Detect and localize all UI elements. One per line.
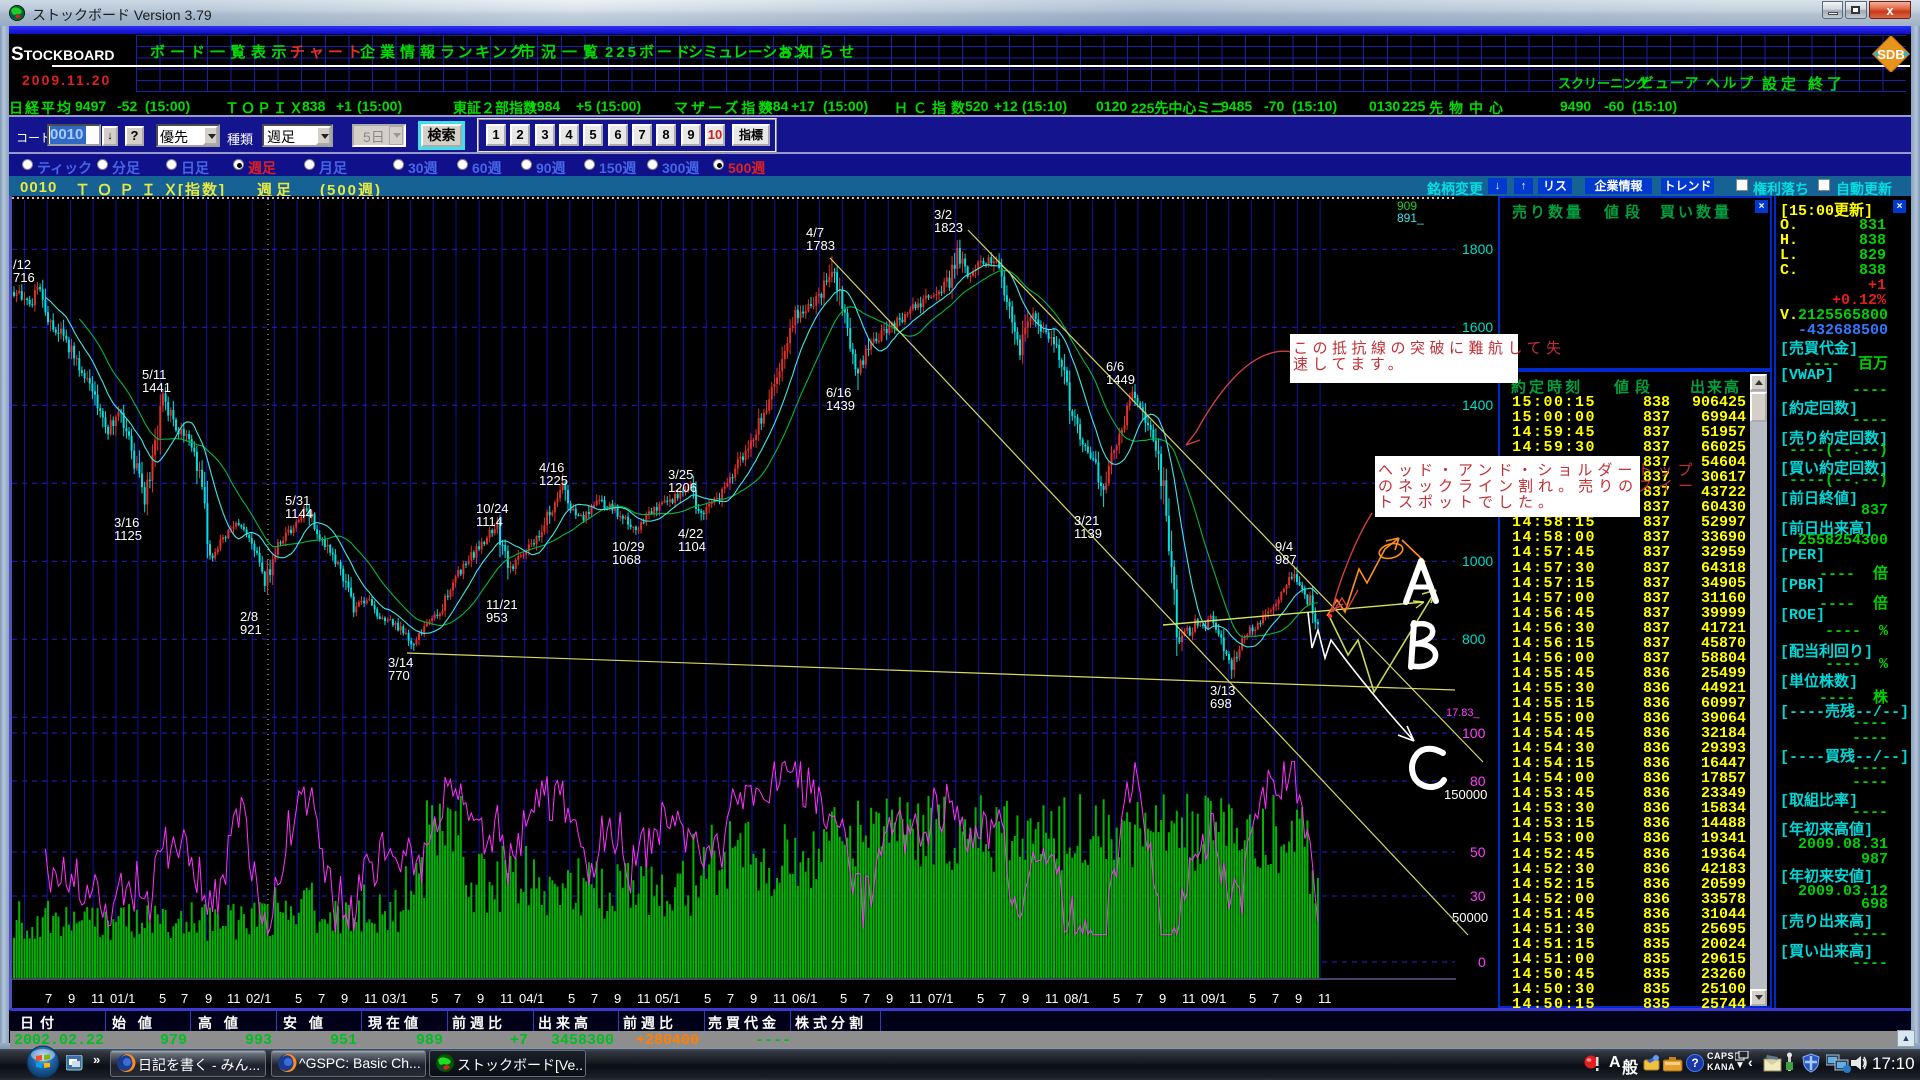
svg-text:9: 9: [614, 991, 621, 1006]
svg-text:9: 9: [886, 991, 893, 1006]
svg-text:1823: 1823: [934, 220, 963, 235]
svg-text:5: 5: [431, 991, 438, 1006]
svg-text:1144: 1144: [285, 506, 313, 521]
svg-text:7: 7: [318, 991, 325, 1006]
svg-text:1439: 1439: [826, 398, 855, 413]
svg-text:1449: 1449: [1106, 372, 1135, 387]
svg-text:5: 5: [704, 991, 711, 1006]
svg-text:9: 9: [1295, 991, 1302, 1006]
svg-text:953: 953: [486, 610, 508, 625]
svg-text:7: 7: [181, 991, 188, 1006]
svg-text:01/1: 01/1: [110, 991, 135, 1006]
svg-text:5: 5: [977, 991, 984, 1006]
svg-text:1441: 1441: [142, 380, 171, 395]
svg-text:08/1: 08/1: [1064, 991, 1089, 1006]
svg-text:11: 11: [500, 991, 514, 1006]
svg-text:5: 5: [295, 991, 302, 1006]
svg-text:11: 11: [1318, 991, 1332, 1006]
svg-text:1000: 1000: [1462, 553, 1493, 569]
svg-text:770: 770: [388, 668, 410, 683]
svg-text:5: 5: [840, 991, 847, 1006]
svg-text:7: 7: [863, 991, 870, 1006]
svg-text:30: 30: [1470, 888, 1486, 904]
svg-text:?: ?: [1691, 1056, 1698, 1070]
svg-text:9: 9: [477, 991, 484, 1006]
svg-text:07/1: 07/1: [928, 991, 953, 1006]
svg-text:03/1: 03/1: [382, 991, 407, 1006]
svg-text:7: 7: [1272, 991, 1279, 1006]
svg-text:7: 7: [45, 991, 52, 1006]
svg-text:1068: 1068: [612, 552, 641, 567]
svg-text:1104: 1104: [678, 539, 706, 554]
svg-text:09/1: 09/1: [1201, 991, 1226, 1006]
svg-text:698: 698: [1210, 696, 1232, 711]
svg-text:11: 11: [364, 991, 378, 1006]
svg-text:9: 9: [750, 991, 757, 1006]
svg-text:5: 5: [159, 991, 166, 1006]
svg-text:17.83_: 17.83_: [1446, 707, 1481, 719]
svg-text:5: 5: [1113, 991, 1120, 1006]
svg-text:1400: 1400: [1462, 397, 1493, 413]
svg-text:1139: 1139: [1074, 526, 1102, 541]
svg-text:9: 9: [341, 991, 348, 1006]
svg-text:9: 9: [1022, 991, 1029, 1006]
svg-text:921: 921: [240, 622, 262, 637]
svg-text:50: 50: [1470, 844, 1486, 860]
svg-text:716: 716: [13, 270, 35, 285]
svg-text:1206: 1206: [668, 480, 697, 495]
svg-text:9: 9: [205, 991, 212, 1006]
svg-text:1600: 1600: [1462, 319, 1493, 335]
svg-text:9: 9: [1159, 991, 1166, 1006]
svg-text:11: 11: [909, 991, 923, 1006]
svg-text:891_: 891_: [1397, 211, 1424, 225]
svg-text:06/1: 06/1: [792, 991, 817, 1006]
svg-text:7: 7: [999, 991, 1006, 1006]
svg-text:04/1: 04/1: [519, 991, 544, 1006]
svg-text:5: 5: [1249, 991, 1256, 1006]
svg-text:SDB: SDB: [1877, 47, 1904, 62]
svg-text:7: 7: [727, 991, 734, 1006]
svg-text:100: 100: [1462, 725, 1486, 741]
svg-text:5: 5: [568, 991, 575, 1006]
svg-text:1800: 1800: [1462, 241, 1493, 257]
svg-text:1114: 1114: [476, 514, 503, 529]
svg-text:7: 7: [454, 991, 461, 1006]
svg-text:05/1: 05/1: [655, 991, 680, 1006]
svg-text:1125: 1125: [114, 528, 142, 543]
svg-text:9: 9: [68, 991, 75, 1006]
svg-text:11: 11: [773, 991, 787, 1006]
svg-text:7: 7: [591, 991, 598, 1006]
svg-text:150000: 150000: [1444, 787, 1487, 802]
svg-text:11: 11: [91, 991, 105, 1006]
svg-text:1783: 1783: [806, 238, 835, 253]
svg-text:11: 11: [637, 991, 651, 1006]
svg-text:0: 0: [1478, 954, 1486, 970]
svg-text:02/1: 02/1: [246, 991, 271, 1006]
svg-text:987: 987: [1275, 552, 1297, 567]
svg-text:11: 11: [1182, 991, 1196, 1006]
svg-text:800: 800: [1462, 631, 1486, 647]
svg-text:11: 11: [227, 991, 241, 1006]
svg-text:7: 7: [1136, 991, 1143, 1006]
svg-text:1225: 1225: [539, 473, 568, 488]
svg-text:11: 11: [1045, 991, 1059, 1006]
svg-text:50000: 50000: [1452, 910, 1488, 925]
